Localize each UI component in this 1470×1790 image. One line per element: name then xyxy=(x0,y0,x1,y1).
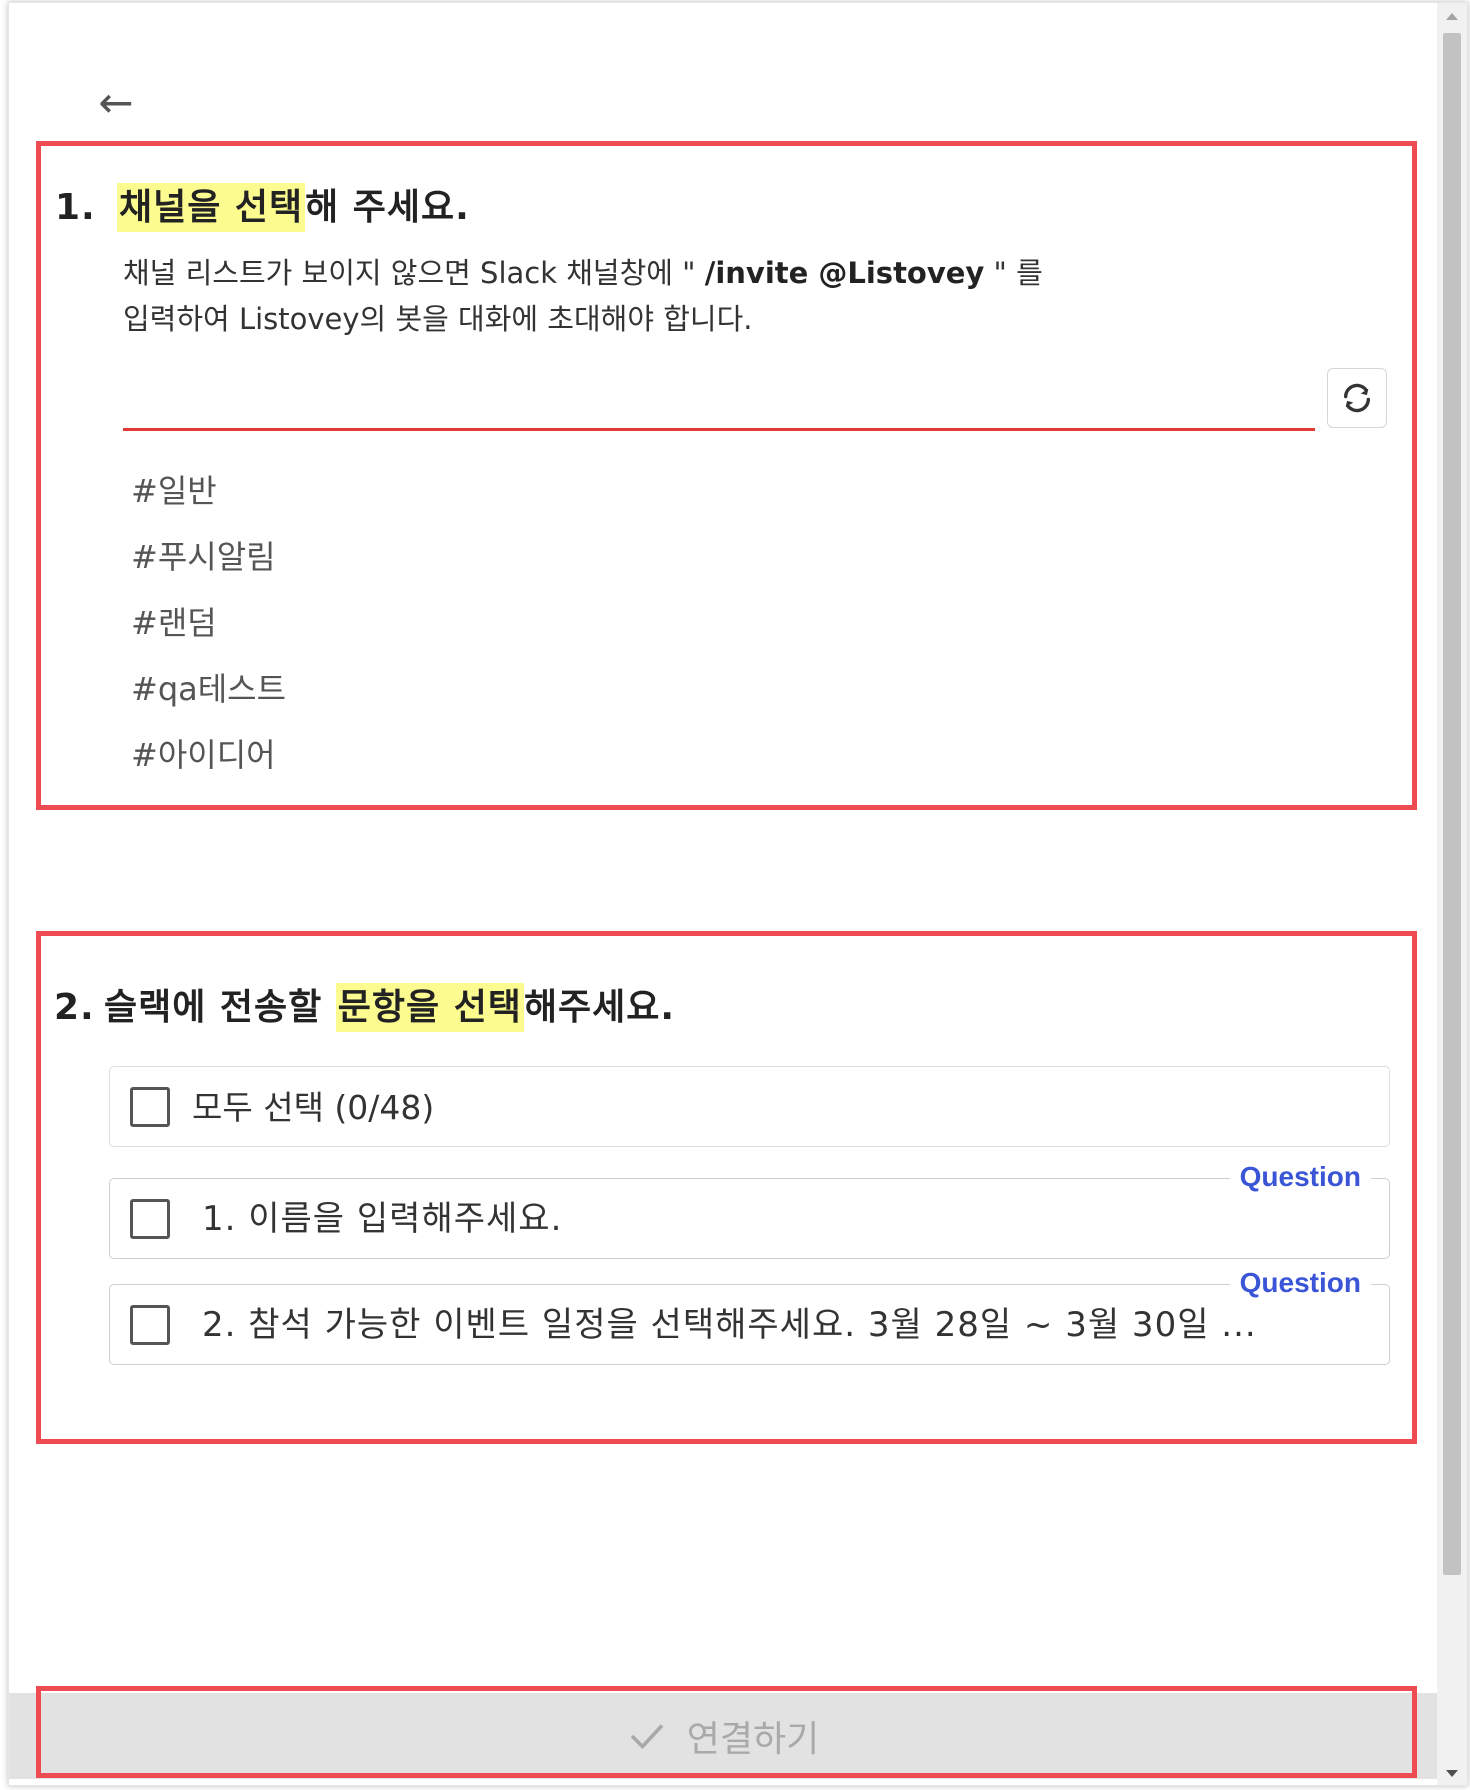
channel-select-input[interactable] xyxy=(123,428,1315,431)
invite-command: /invite @Listovey xyxy=(704,256,985,290)
vertical-scrollbar[interactable] xyxy=(1437,3,1467,1785)
question-row[interactable]: Question 1. 이름을 입력해주세요. xyxy=(109,1161,1390,1259)
connect-button[interactable]: 연결하기 xyxy=(9,1693,1439,1779)
channel-option[interactable]: #아이디어 xyxy=(131,722,286,788)
select-all-row[interactable]: 모두 선택 (0/48) xyxy=(109,1066,1390,1147)
step1-number: 1. xyxy=(55,187,96,228)
question-select-section: 2. 슬랙에 전송할 문항을 선택해주세요. 모두 선택 (0/48) Quest… xyxy=(36,931,1417,1444)
refresh-button[interactable] xyxy=(1327,368,1387,428)
step1-title-highlight: 채널을 선택 xyxy=(117,183,306,232)
step1-title: 1. 채널을 선택해 주세요. xyxy=(55,178,470,232)
desc-text: " 를 xyxy=(984,256,1043,290)
channel-select-section: 1. 채널을 선택해 주세요. 채널 리스트가 보이지 않으면 Slack 채널창… xyxy=(36,141,1417,810)
step2-title-part: 슬랙에 전송할 xyxy=(104,987,336,1028)
scroll-thumb[interactable] xyxy=(1443,33,1461,1575)
question-label: 1. 이름을 입력해주세요. xyxy=(202,1199,563,1239)
check-icon xyxy=(629,1721,665,1751)
back-button[interactable]: ← xyxy=(91,82,141,124)
channel-option[interactable]: #일반 xyxy=(131,458,286,524)
channel-list: #일반 #푸시알림 #랜덤 #qa테스트 #아이디어 xyxy=(131,458,286,788)
slack-connect-panel: ← 1. 채널을 선택해 주세요. 채널 리스트가 보이지 않으면 Slack 채… xyxy=(8,2,1468,1786)
question-label: 2. 참석 가능한 이벤트 일정을 선택해주세요. 3월 28일 ~ 3월 30… xyxy=(202,1305,1257,1345)
step1-description: 채널 리스트가 보이지 않으면 Slack 채널창에 " /invite @Li… xyxy=(123,250,1043,342)
step2-title: 2. 슬랙에 전송할 문항을 선택해주세요. xyxy=(54,978,676,1032)
select-all-label: 모두 선택 (0/48) xyxy=(192,1088,435,1127)
question-row[interactable]: Question 2. 참석 가능한 이벤트 일정을 선택해주세요. 3월 28… xyxy=(109,1267,1390,1365)
step1-desc-line1: 채널 리스트가 보이지 않으면 Slack 채널창에 " /invite @Li… xyxy=(123,250,1043,296)
question-checkbox[interactable] xyxy=(130,1305,170,1345)
channel-option[interactable]: #qa테스트 xyxy=(131,656,286,722)
scroll-down-icon[interactable] xyxy=(1446,1770,1458,1777)
arrow-left-icon: ← xyxy=(98,78,134,127)
channel-option[interactable]: #푸시알림 xyxy=(131,524,286,590)
channel-option[interactable]: #랜덤 xyxy=(131,590,286,656)
scroll-up-icon[interactable] xyxy=(1446,13,1458,20)
refresh-icon xyxy=(1343,383,1371,413)
connect-label: 연결하기 xyxy=(686,1719,820,1760)
desc-text: 채널 리스트가 보이지 않으면 Slack 채널창에 " xyxy=(123,256,705,290)
question-checkbox[interactable] xyxy=(130,1199,170,1239)
step1-desc-line2: 입력하여 Listovey의 봇을 대화에 초대해야 합니다. xyxy=(123,302,753,336)
step1-title-rest: 해 주세요. xyxy=(305,187,470,228)
step2-title-highlight: 문항을 선택 xyxy=(335,983,524,1032)
select-all-checkbox[interactable] xyxy=(130,1087,170,1127)
step2-number: 2. xyxy=(54,987,95,1028)
question-type-tag: Question xyxy=(1229,1161,1371,1193)
step2-title-rest: 해주세요. xyxy=(523,987,676,1028)
